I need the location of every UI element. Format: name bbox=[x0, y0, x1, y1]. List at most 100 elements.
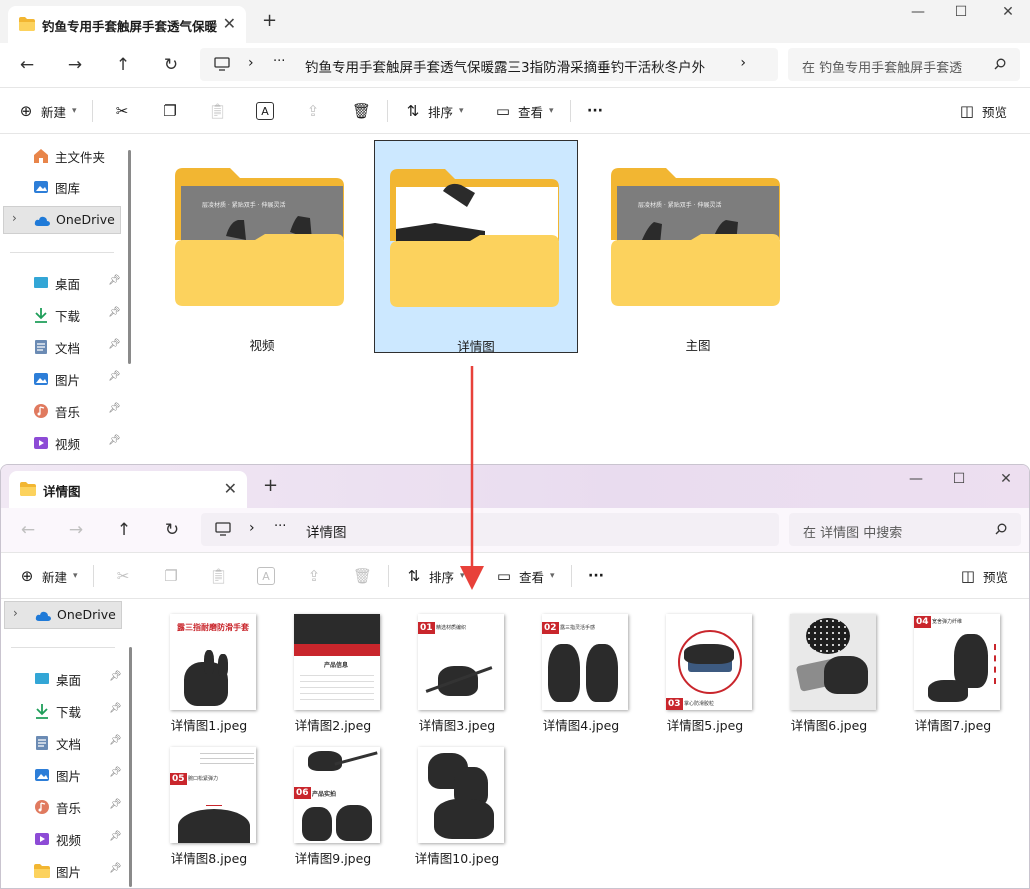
sidebar-item-music[interactable]: 音乐 📌︎ bbox=[1, 793, 125, 821]
preview-pane-button[interactable]: ◫ 预览 bbox=[959, 566, 1008, 586]
address-bar[interactable]: › ··· 详情图 bbox=[201, 513, 779, 546]
breadcrumb-overflow[interactable]: ··· bbox=[273, 54, 285, 69]
copy-button[interactable]: ❐ bbox=[161, 101, 179, 121]
minimize-button[interactable]: — bbox=[903, 4, 933, 20]
sidebar-item-pictures[interactable]: 图片 📌︎ bbox=[0, 365, 124, 393]
back-button[interactable]: ← bbox=[14, 52, 40, 78]
file-item[interactable]: 03 掌心防滑胶粒 详情图5.jpeg bbox=[655, 608, 755, 736]
sidebar-item-onedrive[interactable]: › OneDrive bbox=[3, 206, 121, 234]
tab-active[interactable]: 详情图 ✕ bbox=[9, 471, 247, 508]
file-item[interactable]: 06 产品实拍 详情图9.jpeg bbox=[283, 741, 383, 869]
new-button[interactable]: ⊕ 新建 ▾ bbox=[17, 101, 77, 121]
sidebar-item-desktop[interactable]: 桌面 📌︎ bbox=[1, 665, 125, 693]
file-item[interactable]: 01 精选材质编织 详情图3.jpeg bbox=[407, 608, 507, 736]
file-item[interactable]: 详情图6.jpeg bbox=[779, 608, 879, 736]
up-button[interactable]: ↑ bbox=[110, 52, 136, 78]
sidebar-item-pictures-folder[interactable]: 图片 📌︎ bbox=[1, 857, 125, 885]
file-item[interactable]: 详情图10.jpeg bbox=[407, 741, 507, 869]
sidebar-scrollbar[interactable] bbox=[129, 647, 132, 887]
pin-icon[interactable]: 📌︎ bbox=[109, 671, 122, 682]
folder-item-selected[interactable]: 详情图 bbox=[374, 140, 578, 354]
file-item[interactable]: 05 腕口松紧弹力 详情图8.jpeg bbox=[159, 741, 259, 869]
pin-icon[interactable]: 📌︎ bbox=[108, 435, 121, 446]
sidebar-item-documents[interactable]: 文档 📌︎ bbox=[0, 333, 124, 361]
new-button[interactable]: ⊕ 新建 ▾ bbox=[18, 566, 78, 586]
maximize-button[interactable]: ☐ bbox=[946, 4, 976, 20]
delete-button[interactable]: 🗑︎ bbox=[352, 101, 371, 121]
sort-button[interactable]: ⇅ 排序 ▾ bbox=[404, 101, 464, 121]
view-button[interactable]: ▭ 查看 ▾ bbox=[495, 566, 555, 586]
cut-button[interactable]: ✂ bbox=[114, 566, 132, 586]
pin-icon[interactable]: 📌︎ bbox=[109, 831, 122, 842]
rename-button[interactable]: A bbox=[256, 101, 274, 121]
file-item[interactable]: 产品信息 详情图2.jpeg bbox=[283, 608, 383, 736]
pin-icon[interactable]: 📌︎ bbox=[108, 403, 121, 414]
breadcrumb[interactable]: 详情图 bbox=[306, 521, 347, 541]
close-tab-icon[interactable]: ✕ bbox=[224, 479, 237, 498]
pin-icon[interactable]: 📌︎ bbox=[109, 703, 122, 714]
pin-icon[interactable]: 📌︎ bbox=[109, 735, 122, 746]
cut-button[interactable]: ✂ bbox=[113, 101, 131, 121]
file-item[interactable]: 04 宽舍弹力纤维 详情图7.jpeg bbox=[903, 608, 1003, 736]
sidebar-scrollbar[interactable] bbox=[128, 150, 131, 364]
maximize-button[interactable]: ☐ bbox=[944, 471, 974, 487]
share-button[interactable]: ⇪ bbox=[305, 566, 323, 586]
pin-icon[interactable]: 📌︎ bbox=[108, 275, 121, 286]
sidebar-item-onedrive[interactable]: › OneDrive bbox=[4, 601, 122, 629]
address-bar[interactable]: › ··· 钓鱼专用手套触屏手套透气保暖露三3指防滑采摘垂钓干活秋冬户外 › bbox=[200, 48, 778, 81]
new-tab-button[interactable]: + bbox=[263, 475, 278, 496]
close-window-button[interactable]: ✕ bbox=[991, 471, 1021, 487]
sort-button[interactable]: ⇅ 排序 ▾ bbox=[405, 566, 465, 586]
chevron-right-icon[interactable]: › bbox=[12, 211, 17, 225]
view-button[interactable]: ▭ 查看 ▾ bbox=[494, 101, 554, 121]
sidebar-item-downloads[interactable]: 下载 📌︎ bbox=[1, 697, 125, 725]
forward-button[interactable]: → bbox=[62, 52, 88, 78]
pin-icon[interactable]: 📌︎ bbox=[109, 799, 122, 810]
more-options-button[interactable]: ··· bbox=[587, 101, 603, 121]
file-item[interactable]: 02 露三指灵活手感 详情图4.jpeg bbox=[531, 608, 631, 736]
search-input[interactable]: 在 详情图 中搜索 bbox=[789, 513, 1021, 546]
sidebar-item-videos[interactable]: 视频 📌︎ bbox=[1, 825, 125, 853]
breadcrumb[interactable]: 钓鱼专用手套触屏手套透气保暖露三3指防滑采摘垂钓干活秋冬户外 bbox=[305, 56, 705, 76]
pin-icon[interactable]: 📌︎ bbox=[109, 863, 122, 874]
paste-button[interactable]: 📋︎ bbox=[209, 566, 228, 586]
breadcrumb-overflow[interactable]: ··· bbox=[274, 519, 286, 534]
sidebar-item-videos[interactable]: 视频 📌︎ bbox=[0, 429, 124, 457]
forward-button[interactable]: → bbox=[63, 517, 89, 543]
folder-item[interactable]: 层凌材质 · 紧贴双手 · 伸展灵活 主图 bbox=[596, 140, 800, 353]
pin-icon[interactable]: 📌︎ bbox=[108, 371, 121, 382]
more-options-button[interactable]: ··· bbox=[588, 566, 604, 586]
minimize-button[interactable]: — bbox=[901, 471, 931, 487]
back-button[interactable]: ← bbox=[15, 517, 41, 543]
folder-item[interactable]: 层凌材质 · 紧贴双手 · 伸展灵活 视频 bbox=[160, 140, 364, 353]
rename-button[interactable]: A bbox=[257, 566, 275, 586]
refresh-button[interactable]: ↻ bbox=[158, 52, 184, 78]
delete-button[interactable]: 🗑︎ bbox=[353, 566, 372, 586]
copy-button[interactable]: ❐ bbox=[162, 566, 180, 586]
close-tab-icon[interactable]: ✕ bbox=[223, 14, 236, 33]
folder-name: 主图 bbox=[685, 338, 711, 353]
sidebar-item-pictures[interactable]: 图片 📌︎ bbox=[1, 761, 125, 789]
search-input[interactable]: 在 钓鱼专用手套触屏手套透 bbox=[788, 48, 1020, 81]
file-item[interactable]: 露三指耐磨防滑手套 详情图1.jpeg bbox=[159, 608, 259, 736]
up-button[interactable]: ↑ bbox=[111, 517, 137, 543]
tab-active[interactable]: 钓鱼专用手套触屏手套透气保暖 ✕ bbox=[8, 6, 246, 43]
sidebar-item-music[interactable]: 音乐 📌︎ bbox=[0, 397, 124, 425]
sidebar-item-downloads[interactable]: 下载 📌︎ bbox=[0, 301, 124, 329]
share-button[interactable]: ⇪ bbox=[304, 101, 322, 121]
pin-icon[interactable]: 📌︎ bbox=[109, 767, 122, 778]
preview-pane-button[interactable]: ◫ 预览 bbox=[958, 101, 1007, 121]
sidebar-item-gallery[interactable]: 图库 bbox=[0, 173, 124, 201]
paste-button[interactable]: 📋︎ bbox=[208, 101, 227, 121]
tab-title: 钓鱼专用手套触屏手套透气保暖 bbox=[42, 19, 218, 34]
pin-icon[interactable]: 📌︎ bbox=[108, 307, 121, 318]
close-window-button[interactable]: ✕ bbox=[993, 4, 1023, 20]
new-tab-button[interactable]: + bbox=[262, 10, 277, 31]
sidebar-item-desktop[interactable]: 桌面 📌︎ bbox=[0, 269, 124, 297]
chevron-right-icon[interactable]: › bbox=[740, 55, 746, 71]
pin-icon[interactable]: 📌︎ bbox=[108, 339, 121, 350]
sidebar-item-documents[interactable]: 文档 📌︎ bbox=[1, 729, 125, 757]
chevron-right-icon[interactable]: › bbox=[13, 606, 18, 620]
refresh-button[interactable]: ↻ bbox=[159, 517, 185, 543]
sidebar-item-home[interactable]: 主文件夹 bbox=[0, 142, 124, 170]
